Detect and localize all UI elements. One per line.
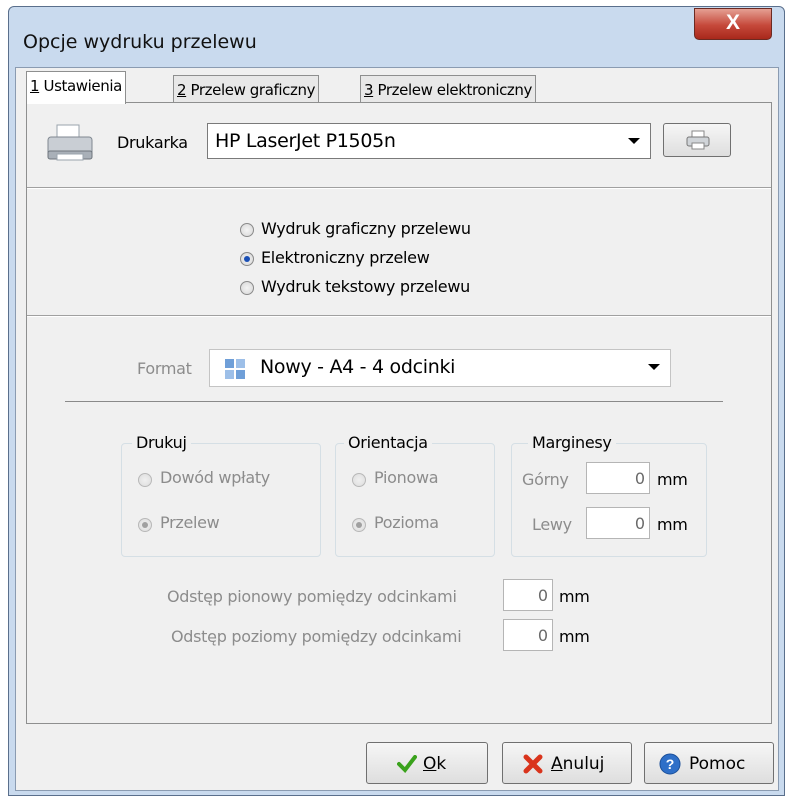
orientacja-radio-pionowa[interactable] (352, 473, 366, 487)
drukuj-group: Drukuj Dowód wpłaty Przelew (121, 433, 321, 557)
separator (27, 187, 771, 189)
radio-label: Wydruk graficzny przelewu (261, 219, 471, 238)
radio-button[interactable] (240, 252, 254, 266)
spacing-vertical-label: Odstęp pionowy pomiędzy odcinkami (167, 587, 457, 606)
cancel-label-rest: nuluj (562, 754, 605, 774)
radio-label: Elektroniczny przelew (261, 248, 430, 267)
margin-left-value: 0 (634, 514, 645, 533)
printer-label: Drukarka (117, 133, 188, 152)
title-bar[interactable]: Opcje wydruku przelewu X (9, 7, 784, 67)
spacing-horizontal-unit: mm (559, 627, 590, 646)
printer-value: HP LaserJet P1505n (215, 130, 396, 152)
margin-left-label: Lewy (532, 515, 572, 534)
margin-top-label: Górny (522, 470, 569, 489)
separator (27, 315, 771, 317)
tab-accel-key: 3 (364, 81, 374, 99)
drukuj-legend: Drukuj (132, 433, 191, 452)
orientacja-label-pozioma: Pozioma (374, 513, 439, 532)
help-icon: ? (659, 753, 681, 775)
chevron-down-icon (628, 138, 640, 144)
chevron-down-icon (648, 364, 660, 370)
drukuj-label-przelew: Przelew (160, 513, 220, 532)
format-select[interactable]: Nowy - A4 - 4 odcinki (209, 349, 671, 387)
ok-label: Ok (423, 754, 446, 774)
margin-left-input[interactable]: 0 (586, 507, 650, 539)
printer-select[interactable]: HP LaserJet P1505n (207, 123, 651, 159)
tab-ustawienia[interactable]: 1 Ustawienia (26, 71, 126, 104)
radio-label: Wydruk tekstowy przelewu (261, 277, 470, 296)
drukuj-radio-przelew[interactable] (138, 518, 152, 532)
button-bar: Ok Anuluj ? Pomoc (16, 724, 778, 792)
drukuj-radio-dowod[interactable] (138, 473, 152, 487)
tab-label: Ustawienia (39, 77, 123, 95)
window-title: Opcje wydruku przelewu (23, 31, 257, 53)
cancel-label: Anuluj (551, 754, 604, 774)
margin-left-unit: mm (657, 515, 688, 534)
check-icon (397, 755, 417, 773)
dialog-client: 1 Ustawienia 2 Przelew graficzny 3 Przel… (15, 67, 779, 791)
marginesy-group: Marginesy Górny 0 mm Lewy 0 mm (511, 433, 707, 557)
radio-button[interactable] (240, 281, 254, 295)
orientacja-group: Orientacja Pionowa Pozioma (335, 433, 495, 557)
tab-przelew-graficzny[interactable]: 2 Przelew graficzny (173, 75, 320, 103)
tab-label: Przelew graficzny (186, 81, 316, 99)
printer-settings-button[interactable] (663, 123, 731, 157)
margin-top-input[interactable]: 0 (586, 462, 650, 494)
format-value: Nowy - A4 - 4 odcinki (260, 356, 456, 378)
ok-button[interactable]: Ok (366, 742, 488, 784)
spacing-horizontal-label: Odstęp poziomy pomiędzy odcinkami (171, 627, 462, 646)
orientacja-legend: Orientacja (344, 433, 432, 452)
spacing-vertical-value: 0 (537, 586, 548, 605)
spacing-vertical-input[interactable]: 0 (503, 579, 553, 611)
orientacja-label-pionowa: Pionowa (374, 468, 439, 487)
ok-label-rest: k (436, 754, 447, 774)
separator (65, 401, 723, 402)
dialog-window: Opcje wydruku przelewu X 1 Ustawienia 2 … (8, 6, 785, 796)
tab-label: Przelew elektroniczny (373, 81, 533, 99)
orientacja-radio-pozioma[interactable] (352, 518, 366, 532)
cancel-x-icon (523, 754, 543, 774)
spacing-horizontal-input[interactable]: 0 (503, 619, 553, 651)
grid-icon (225, 359, 245, 379)
help-label: Pomoc (689, 754, 746, 774)
printer-small-icon (686, 130, 710, 150)
drukuj-label-dowod: Dowód wpłaty (160, 468, 270, 487)
printer-icon (47, 124, 93, 161)
tab-panel-ustawienia: Drukarka HP LaserJet P1505n Wydruk grafi… (26, 102, 772, 724)
help-button[interactable]: ? Pomoc (644, 742, 774, 784)
tab-accel-key: 2 (177, 81, 187, 99)
ok-accel-key: O (423, 754, 437, 774)
margin-top-unit: mm (657, 470, 688, 489)
margin-top-value: 0 (634, 469, 645, 488)
close-button[interactable]: X (694, 8, 772, 40)
spacing-vertical-unit: mm (559, 587, 590, 606)
spacing-horizontal-value: 0 (537, 626, 548, 645)
close-icon: X (725, 11, 740, 34)
cancel-accel-key: A (551, 754, 563, 774)
svg-text:?: ? (666, 756, 675, 772)
marginesy-legend: Marginesy (528, 433, 616, 452)
cancel-button[interactable]: Anuluj (502, 742, 632, 784)
radio-button[interactable] (240, 223, 254, 237)
tab-accel-key: 1 (30, 77, 40, 95)
format-label: Format (137, 359, 192, 378)
tab-przelew-elektroniczny[interactable]: 3 Przelew elektroniczny (360, 75, 536, 103)
